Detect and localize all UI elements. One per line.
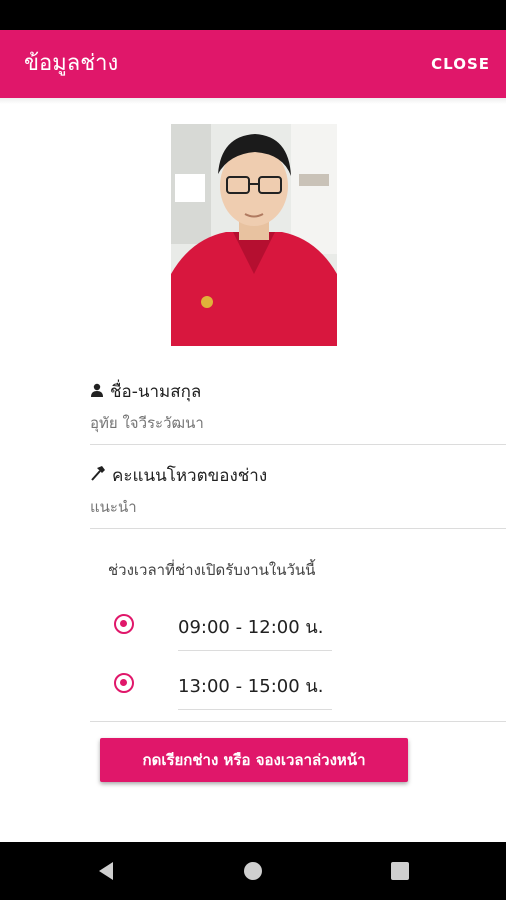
book-technician-button[interactable]: กดเรียกช่าง หรือ จองเวลาล่วงหน้า	[100, 738, 408, 782]
name-value: อุทัย ใจวีระวัฒนา	[90, 414, 204, 432]
page-title: ข้อมูลช่าง	[24, 51, 119, 76]
name-row: ชื่อ-นามสกุล อุทัย ใจวีระวัฒนา	[90, 378, 204, 435]
hammer-icon	[90, 465, 106, 486]
technician-photo	[171, 124, 337, 346]
slot-underline	[178, 709, 332, 710]
status-bar	[0, 0, 506, 30]
app-bar: ข้อมูลช่าง CLOSE	[0, 30, 506, 98]
divider	[90, 444, 506, 445]
name-label: ชื่อ-นามสกุล	[110, 382, 202, 402]
slot-underline	[178, 650, 332, 651]
close-button[interactable]: CLOSE	[431, 30, 490, 98]
time-slot[interactable]: 09:00 - 12:00 น.	[108, 606, 348, 651]
time-slot-label: 09:00 - 12:00 น.	[178, 617, 324, 638]
time-slot-label: 13:00 - 15:00 น.	[178, 676, 324, 697]
vote-value: แนะนำ	[90, 498, 137, 516]
back-icon[interactable]	[93, 858, 119, 884]
vote-label: คะแนนโหวตของช่าง	[112, 466, 268, 486]
radio-selected-icon[interactable]	[114, 614, 134, 634]
app-bar-shadow	[0, 98, 506, 104]
vote-row: คะแนนโหวตของช่าง แนะนำ	[90, 462, 267, 519]
divider	[90, 528, 506, 529]
time-slot[interactable]: 13:00 - 15:00 น.	[108, 665, 348, 710]
person-icon	[90, 382, 104, 402]
navigation-bar	[0, 842, 506, 900]
availability-title: ช่วงเวลาที่ช่างเปิดรับงานในวันนี้	[108, 561, 316, 579]
name-label-line: ชื่อ-นามสกุล	[90, 378, 204, 405]
divider	[90, 721, 506, 722]
home-icon[interactable]	[240, 858, 266, 884]
vote-label-line: คะแนนโหวตของช่าง	[90, 462, 267, 489]
recents-icon[interactable]	[387, 858, 413, 884]
radio-selected-icon[interactable]	[114, 673, 134, 693]
